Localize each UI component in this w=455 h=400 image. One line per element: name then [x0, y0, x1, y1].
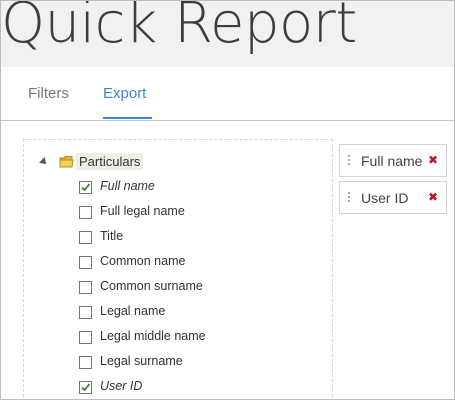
- remove-icon[interactable]: ✖: [428, 190, 438, 204]
- tree-item-label: Legal middle name: [100, 329, 206, 343]
- checkbox[interactable]: [79, 281, 92, 294]
- field-tree-panel: Particulars Full name Full legal name Ti…: [23, 139, 333, 399]
- folder-icon: [59, 155, 74, 169]
- tab-bar: Filters Export: [1, 67, 454, 121]
- tab-filters[interactable]: Filters: [28, 85, 69, 102]
- drag-handle-icon[interactable]: [348, 155, 350, 165]
- checkbox[interactable]: [79, 206, 92, 219]
- checkbox[interactable]: [79, 331, 92, 344]
- collapse-triangle-icon[interactable]: [39, 157, 49, 167]
- checkbox[interactable]: [79, 306, 92, 319]
- quick-report-window: Quick Report Filters Export Particulars …: [0, 0, 455, 400]
- selected-column-user-id[interactable]: User ID ✖: [339, 181, 447, 214]
- remove-icon[interactable]: ✖: [428, 153, 438, 167]
- tree-item-label: Full name: [100, 179, 155, 193]
- checkbox-checked[interactable]: [79, 381, 92, 394]
- tree-item-label: Title: [100, 229, 124, 243]
- drag-handle-icon[interactable]: [348, 192, 350, 202]
- checkbox-checked[interactable]: [79, 181, 92, 194]
- tree-item-label: Legal name: [100, 304, 166, 318]
- checkbox[interactable]: [79, 356, 92, 369]
- tree-item-label: Common surname: [100, 279, 203, 293]
- tab-export[interactable]: Export: [103, 85, 146, 102]
- page-title: Quick Report: [1, 0, 357, 56]
- active-tab-indicator: [103, 117, 152, 119]
- selected-column-full-name[interactable]: Full name ✖: [339, 144, 447, 177]
- checkbox[interactable]: [79, 231, 92, 244]
- selected-column-label: User ID: [361, 190, 409, 206]
- tree-item-label: Common name: [100, 254, 186, 268]
- checkbox[interactable]: [79, 256, 92, 269]
- tree-root-label: Particulars: [76, 153, 144, 170]
- selected-column-label: Full name: [361, 153, 423, 169]
- tree-item-label: Full legal name: [100, 204, 185, 218]
- title-bar: Quick Report: [1, 1, 454, 67]
- tree-item-label: Legal surname: [100, 354, 183, 368]
- tree-item-label: User ID: [100, 379, 143, 393]
